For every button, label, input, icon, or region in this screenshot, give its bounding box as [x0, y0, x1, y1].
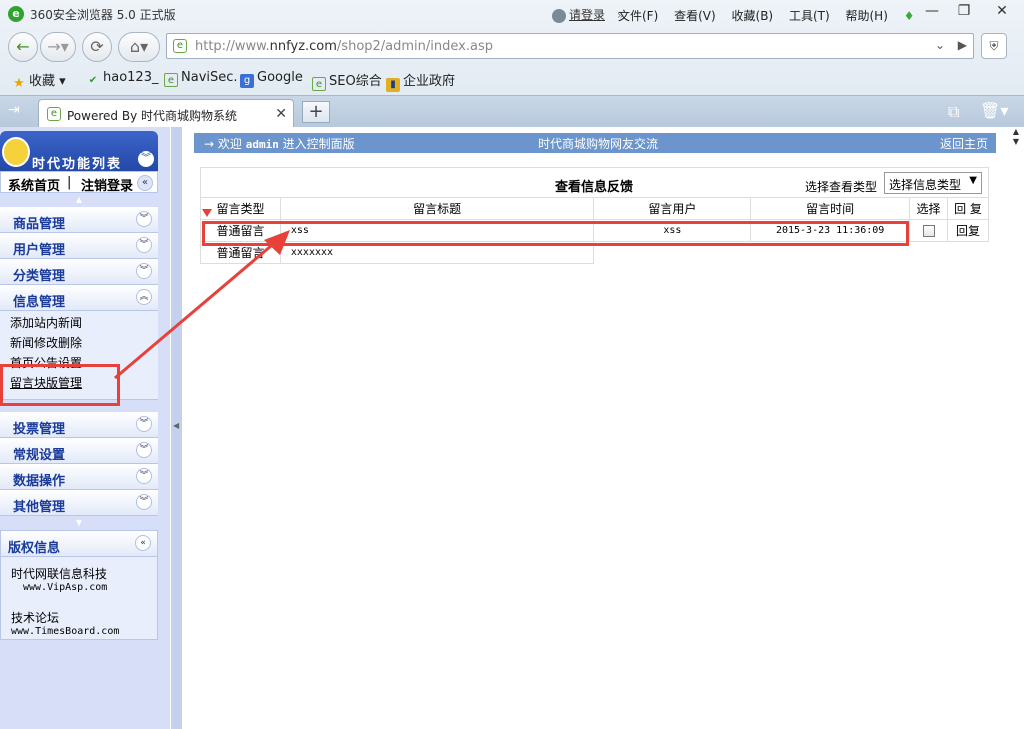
new-tab-button[interactable]: +: [302, 101, 330, 123]
login-link[interactable]: 请登录 »: [552, 6, 624, 23]
tab-page-icon: e: [47, 107, 61, 121]
bookmark-google[interactable]: g Google: [240, 70, 303, 88]
close-window-button[interactable]: ✕: [984, 0, 1020, 22]
address-bar[interactable]: e http://www.nnfyz.com/shop2/admin/index…: [166, 33, 974, 59]
tab-title: Powered By 时代商城购物系统: [67, 109, 237, 123]
tab-switch-icon[interactable]: ⧉: [948, 102, 959, 122]
menu-tools[interactable]: 工具(T): [789, 9, 830, 23]
menu-view[interactable]: 查看(V): [674, 9, 716, 23]
menu-file[interactable]: 文件(F): [618, 9, 658, 23]
favorites-bar: ★ 收藏 ▾ ✔ hao123_ e NaviSec. g Google e SEO综合 …: [0, 66, 1024, 92]
security-shield-icon[interactable]: ⛨: [981, 33, 1007, 59]
address-url[interactable]: http://www.nnfyz.com/shop2/admin/index.a…: [195, 39, 493, 54]
refresh-button[interactable]: ⟳: [82, 32, 112, 62]
menu-bar: 文件(F) 查看(V) 收藏(B) 工具(T) 帮助(H) ♦: [618, 7, 926, 24]
close-tab-icon[interactable]: ✕: [275, 106, 287, 122]
forward-button[interactable]: →▾: [40, 32, 76, 62]
back-button[interactable]: ←: [8, 32, 38, 62]
annotation-arrow: [114, 230, 290, 380]
bookmark-seo[interactable]: e SEO综合: [312, 70, 382, 91]
restore-button[interactable]: ❐: [946, 0, 982, 22]
skin-icon[interactable]: ♦: [904, 9, 915, 23]
browser-logo-icon: e: [8, 6, 24, 22]
menu-favorites[interactable]: 收藏(B): [732, 9, 774, 23]
bookmark-gov[interactable]: ▮ 企业政府: [386, 70, 455, 92]
tab-active[interactable]: e Powered By 时代商城购物系统 ✕: [38, 99, 294, 128]
window-title: 360安全浏览器 5.0 正式版: [30, 8, 176, 22]
navigation-bar: ← →▾ ⟳ ⌂▾ e http://www.nnfyz.com/shop2/a…: [0, 30, 1024, 64]
user-icon: [552, 8, 566, 23]
trash-icon[interactable]: 🗑▾: [980, 101, 1008, 120]
address-dropdown-icon[interactable]: ⌄: [935, 38, 945, 52]
title-bar: e 360安全浏览器 5.0 正式版 请登录 » 文件(F) 查看(V) 收藏(…: [0, 0, 1024, 28]
bookmark-hao123[interactable]: ✔ hao123_: [86, 70, 159, 88]
page-content: ◀ 时代功能列表 ︾ 系统首页 | 注销登录 « ▲ 商品管理 ︾ 用户管理 ︾ 分…: [0, 127, 1024, 729]
go-icon[interactable]: ▶: [958, 38, 967, 52]
minimize-button[interactable]: —: [914, 0, 950, 22]
page-icon: e: [173, 39, 187, 53]
browser-chrome: e 360安全浏览器 5.0 正式版 请登录 » 文件(F) 查看(V) 收藏(…: [0, 0, 1024, 128]
menu-help[interactable]: 帮助(H): [845, 9, 887, 23]
tab-bar: ⇥ e Powered By 时代商城购物系统 ✕ + ⧉ 🗑▾: [0, 95, 1024, 128]
sidebar-toggle-icon[interactable]: ⇥: [8, 102, 20, 118]
bookmark-navisec[interactable]: e NaviSec.: [164, 70, 238, 87]
favorites-menu[interactable]: ★ 收藏 ▾: [12, 70, 66, 91]
home-button[interactable]: ⌂▾: [118, 32, 160, 62]
